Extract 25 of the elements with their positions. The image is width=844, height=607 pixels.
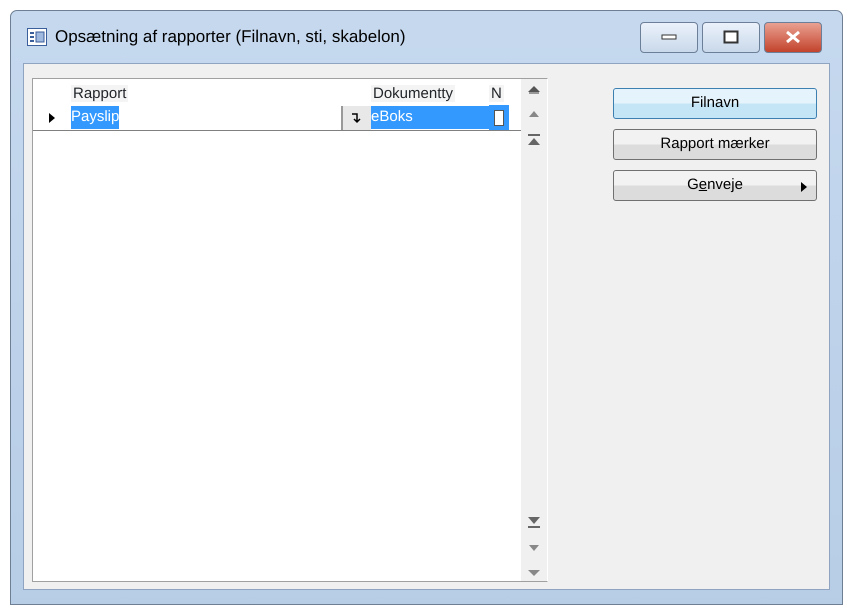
dialog-button[interactable]: Rapport mærker bbox=[613, 129, 817, 160]
close-button[interactable] bbox=[764, 22, 822, 52]
scroll-bottom-icon[interactable] bbox=[527, 515, 541, 529]
scroll-down-icon[interactable] bbox=[527, 543, 541, 553]
column-header[interactable]: N bbox=[489, 84, 504, 102]
maximize-icon bbox=[723, 30, 739, 44]
scroll-top-icon[interactable] bbox=[527, 133, 541, 147]
column-header[interactable]: Dokumentty bbox=[371, 84, 456, 102]
maximize-button[interactable] bbox=[702, 22, 760, 52]
dialog-button[interactable]: Filnavn bbox=[613, 88, 817, 119]
scroll-up-icon[interactable] bbox=[527, 109, 541, 119]
lookup-arrow-icon bbox=[351, 112, 363, 124]
close-icon bbox=[784, 30, 802, 44]
dialog-button[interactable]: Genveje bbox=[613, 170, 817, 201]
window-title: Opsætning af rapporter (Filnavn, sti, skabelon) bbox=[55, 26, 406, 48]
lookup-button[interactable] bbox=[341, 106, 371, 130]
table-cell: eBoks bbox=[371, 106, 489, 129]
minimize-icon bbox=[661, 34, 677, 40]
table-cell: Payslip bbox=[71, 106, 120, 129]
column-header[interactable]: Rapport bbox=[71, 84, 128, 102]
scroll-page-down-icon[interactable] bbox=[527, 567, 541, 577]
document-icon[interactable] bbox=[494, 110, 504, 126]
minimize-button[interactable] bbox=[640, 22, 698, 52]
scroll-page-up-icon[interactable] bbox=[527, 85, 541, 95]
form-icon bbox=[27, 28, 47, 46]
